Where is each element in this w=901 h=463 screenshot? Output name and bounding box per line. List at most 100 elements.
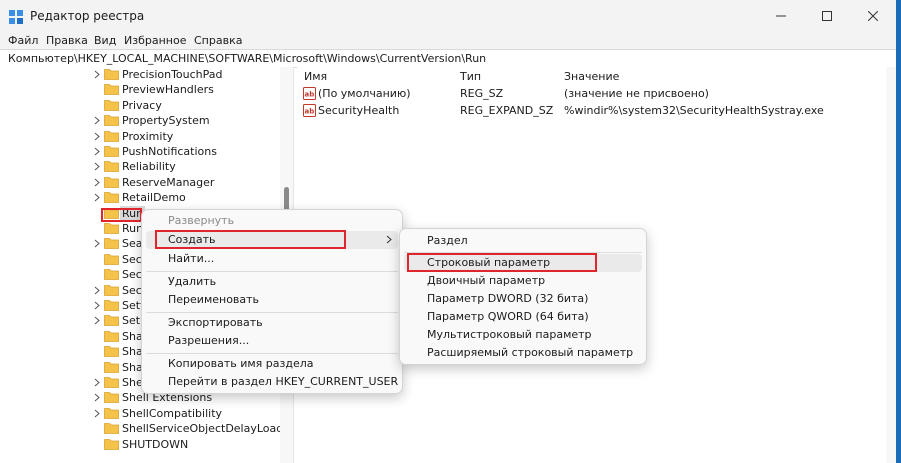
menu-item-delete[interactable]: Удалить (168, 274, 216, 290)
submenu-item-expandable-string[interactable]: Расширяемый строковый параметр (427, 345, 633, 361)
column-value[interactable]: Значение (564, 70, 619, 84)
tree-item[interactable]: PreviewHandlers (0, 82, 280, 97)
folder-icon (104, 161, 119, 173)
submenu-item-multi-string[interactable]: Мультистроковый параметр (427, 327, 592, 343)
menu-view[interactable]: Вид (94, 32, 116, 49)
address-bar[interactable]: Компьютер\HKEY_LOCAL_MACHINE\SOFTWARE\Mi… (0, 49, 896, 68)
tree-item-label: Run (122, 222, 144, 235)
value-name: SecurityHealth (318, 104, 400, 117)
close-icon (868, 11, 878, 21)
column-name[interactable]: Имя (304, 70, 327, 84)
menu-help[interactable]: Справка (194, 32, 242, 49)
value-row[interactable]: ab (По умолчанию) REG_SZ (значение не пр… (297, 86, 896, 102)
chevron-right-icon[interactable] (93, 178, 101, 187)
tree-item-label: PropertySystem (122, 114, 210, 128)
tree-item-label: RetailDemo (122, 191, 186, 205)
chevron-right-icon[interactable] (93, 162, 101, 171)
chevron-right-icon[interactable] (93, 116, 101, 125)
chevron-right-icon[interactable] (93, 409, 101, 418)
tree-item[interactable]: ShellServiceObjectDelayLoad (0, 421, 284, 436)
tree-item-label: Privacy (122, 98, 162, 112)
folder-icon (104, 377, 119, 388)
chevron-right-icon[interactable] (93, 147, 101, 156)
tree-item[interactable]: PushNotifications (0, 144, 280, 159)
svg-text:ab: ab (305, 108, 315, 116)
tree-item-label: Sec (122, 268, 142, 282)
folder-icon (104, 115, 119, 127)
maximize-button[interactable] (804, 0, 850, 32)
tree-item[interactable]: RetailDemo (0, 190, 280, 205)
menu-edit[interactable]: Правка (46, 32, 88, 49)
folder-icon (104, 69, 119, 80)
chevron-right-icon[interactable] (93, 239, 101, 248)
menu-favorites[interactable]: Избранное (124, 32, 186, 49)
folder-icon (104, 192, 119, 204)
tree-item-label: ShellServiceObjectDelayLoad (122, 422, 284, 436)
chevron-right-icon[interactable] (93, 393, 101, 402)
close-button[interactable] (850, 0, 896, 32)
chevron-right-icon[interactable] (93, 378, 101, 387)
values-scrollbar[interactable] (886, 67, 896, 463)
menu-item-export[interactable]: Экспортировать (168, 315, 263, 331)
menu-item-expand[interactable]: Развернуть (168, 213, 234, 229)
folder-icon (104, 238, 119, 250)
menu-separator (146, 271, 398, 272)
tree-item-label: PushNotifications (122, 145, 217, 158)
submenu-item-key[interactable]: Раздел (427, 233, 468, 249)
tree-item[interactable]: Reliability (0, 159, 280, 174)
registry-editor-window: Редактор реестра Файл Правка Вид Избранн… (0, 0, 896, 463)
folder-icon (104, 84, 119, 96)
tree-item[interactable]: ShellCompatibility (0, 406, 280, 421)
folder-icon (104, 223, 119, 234)
menu-item-copy-key-name[interactable]: Копировать имя раздела (168, 356, 313, 372)
folder-icon (104, 253, 119, 265)
chevron-right-icon[interactable] (93, 316, 101, 325)
tree-item[interactable]: Proximity (0, 129, 280, 144)
tree-item[interactable]: PrecisionTouchPad (0, 67, 280, 82)
menu-item-rename[interactable]: Переименовать (168, 292, 259, 308)
context-menu: Развернуть Создать Найти... Удалить Пере… (141, 209, 403, 394)
submenu-item-qword[interactable]: Параметр QWORD (64 бита) (427, 309, 589, 325)
title-bar[interactable]: Редактор реестра (0, 0, 896, 32)
folder-icon (104, 438, 119, 450)
menu-bar: Файл Правка Вид Избранное Справка (0, 32, 896, 49)
svg-text:ab: ab (305, 91, 315, 99)
minimize-button[interactable] (758, 0, 804, 32)
menu-item-goto-hkcu[interactable]: Перейти в раздел HKEY_CURRENT_USER (168, 374, 398, 390)
folder-icon (104, 361, 119, 373)
tree-item[interactable]: PropertySystem (0, 113, 280, 128)
tree-item[interactable]: Privacy (0, 98, 280, 113)
string-value-icon: ab (303, 104, 316, 117)
menu-separator (146, 312, 398, 313)
string-value-icon: ab (303, 87, 316, 100)
menu-item-find[interactable]: Найти... (168, 251, 214, 267)
chevron-right-icon[interactable] (93, 70, 101, 79)
folder-icon (104, 130, 119, 142)
tree-item-label: ReserveManager (122, 175, 215, 189)
create-submenu: Раздел Строковый параметр Двоичный парам… (399, 228, 647, 365)
folder-icon (104, 407, 119, 419)
column-type[interactable]: Тип (460, 70, 481, 84)
tree-item-label: PreviewHandlers (122, 83, 214, 97)
menu-separator (146, 353, 398, 354)
chevron-right-icon[interactable] (93, 193, 101, 202)
menu-item-permissions[interactable]: Разрешения... (168, 333, 249, 349)
tree-item[interactable]: SHUTDOWN (0, 437, 280, 452)
tree-item-label: Proximity (122, 129, 174, 143)
string-param-highlight (407, 253, 597, 272)
folder-icon (104, 176, 119, 188)
menu-file[interactable]: Файл (8, 32, 38, 49)
folder-icon (104, 146, 119, 157)
chevron-right-icon[interactable] (93, 286, 101, 295)
value-row[interactable]: ab SecurityHealth REG_EXPAND_SZ %windir%… (297, 103, 896, 119)
folder-icon (104, 99, 119, 111)
registry-editor-icon (9, 10, 23, 24)
submenu-item-binary[interactable]: Двоичный параметр (427, 273, 545, 289)
tree-item-label: Sec (122, 283, 142, 297)
folder-icon (104, 300, 119, 311)
tree-item[interactable]: ReserveManager (0, 175, 280, 190)
chevron-right-icon[interactable] (93, 301, 101, 310)
folder-icon (104, 269, 119, 281)
chevron-right-icon[interactable] (93, 132, 101, 141)
submenu-item-dword[interactable]: Параметр DWORD (32 бита) (427, 291, 588, 307)
